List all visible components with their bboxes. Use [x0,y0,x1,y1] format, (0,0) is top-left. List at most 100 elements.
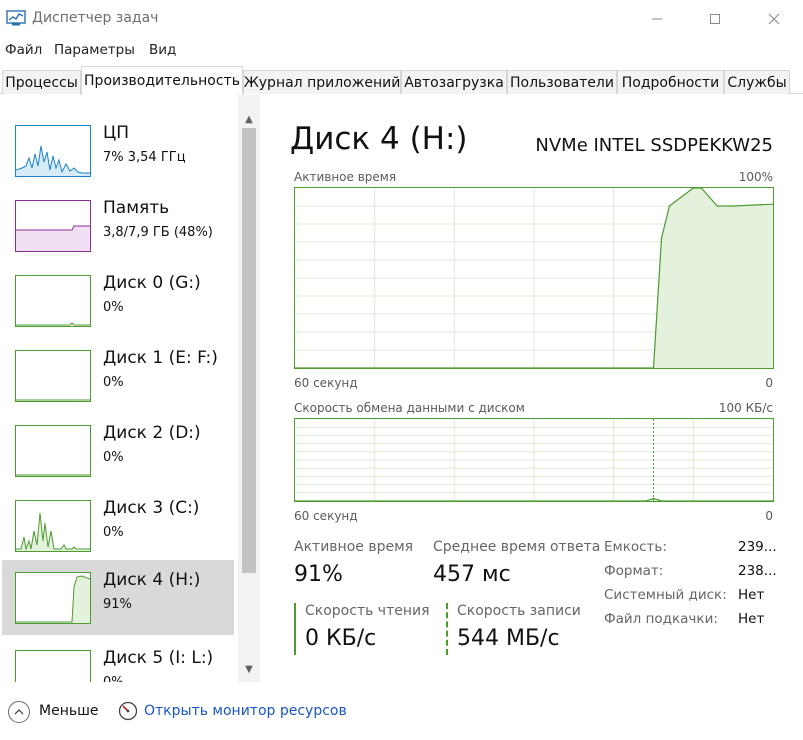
read-speed-label: Скорость чтения [305,603,430,619]
title-bar: Диспетчер задач [0,0,803,38]
page-title: Диск 4 (H:) [290,121,468,157]
tab-services[interactable]: Службы [724,70,790,94]
active-time-chart-data-point [708,196,710,198]
cpu-thumbnail-graph [15,125,91,177]
menu-file[interactable]: Файл [5,42,42,58]
sidebar-item-name: Диск 0 (G:) [103,273,201,293]
sidebar-item-value: 0% [103,375,124,390]
chevron-up-icon[interactable] [8,701,30,723]
format-value: 238... [738,563,777,579]
disk-2-thumbnail-graph [15,425,91,477]
write-speed-value: 544 МБ/с [457,626,560,651]
sidebar-item-name: Диск 3 (C:) [103,498,200,518]
resource-sidebar: ЦП 7% 3,54 ГГц Память 3,8/7,9 ГБ (48%) Д… [0,95,262,682]
sidebar-scrollbar[interactable]: ▲ ▼ [238,95,260,682]
maximize-icon [710,14,720,24]
tab-performance[interactable]: Производительность [81,66,243,95]
sidebar-item-name: ЦП [103,123,129,143]
sidebar-item-disk-2[interactable]: Диск 2 (D:) 0% [2,413,234,488]
active-time-chart-data-point [732,205,734,207]
sidebar-item-value: 91% [103,597,132,612]
tab-details[interactable]: Подробности [617,70,724,94]
sidebar-item-value: 0% [103,675,124,682]
transfer-rate-chart-data-point [652,497,655,500]
sidebar-item-value: 0% [103,525,124,540]
avg-response-value: 457 мс [433,562,511,587]
page-file-label: Файл подкачки: [604,611,718,627]
performance-detail-panel: Диск 4 (H:) NVMe INTEL SSDPEKKW25 Активн… [262,95,803,682]
footer: Меньше Открыть монитор ресурсов [0,684,803,740]
system-disk-label: Системный диск: [604,587,727,603]
minimize-icon [652,18,662,20]
sidebar-item-value: 0% [103,300,124,315]
sidebar-item-disk-3[interactable]: Диск 3 (C:) 0% [2,488,234,563]
disk-0-thumbnail-graph [15,275,91,327]
disk-1-thumbnail-graph [15,350,91,402]
menu-options[interactable]: Параметры [54,42,135,58]
device-model: NVMe INTEL SSDPEKKW25 [535,135,773,156]
active-time-chart-time-label: 60 секунд [294,376,358,390]
avg-response-label: Среднее время ответа [433,539,601,555]
active-time-chart-data-point [716,205,718,207]
system-disk-value: Нет [738,587,765,603]
read-speed-indicator-line [294,603,296,655]
sidebar-item-name: Диск 1 (E: F:) [103,348,218,368]
active-time-chart-max: 100% [738,170,773,184]
transfer-rate-chart-svg [294,419,774,502]
format-label: Формат: [604,563,664,579]
open-resource-monitor-link[interactable]: Открыть монитор ресурсов [144,703,347,719]
active-time-value: 91% [294,562,343,587]
menu-view[interactable]: Вид [149,42,176,58]
sidebar-item-cpu[interactable]: ЦП 7% 3,54 ГГц [2,113,234,188]
minimize-button[interactable] [634,0,680,38]
tab-users[interactable]: Пользователи [507,70,617,94]
sidebar-item-disk-5[interactable]: Диск 5 (I: L:) 0% [2,638,234,682]
sidebar-item-disk-1[interactable]: Диск 1 (E: F:) 0% [2,338,234,413]
capacity-label: Емкость: [604,539,667,555]
disk-4-thumbnail-graph [15,572,91,624]
sidebar-item-disk-4[interactable]: Диск 4 (H:) 91% [2,560,234,635]
write-speed-label: Скорость записи [457,603,581,619]
task-manager-icon [6,10,26,26]
active-time-label: Активное время [294,539,414,555]
active-time-chart-data-point [660,237,663,239]
chevron-up-glyph [14,709,24,715]
active-time-chart-data-point [724,205,726,207]
scroll-up-arrow-icon[interactable]: ▲ [238,109,260,129]
sidebar-item-value: 0% [103,450,124,465]
active-time-chart-label: Активное время [294,170,397,184]
capacity-value: 239... [738,539,777,555]
disk-3-thumbnail-graph [15,500,91,552]
transfer-rate-chart-min: 0 [765,509,773,523]
disk-5-thumbnail-graph [15,650,91,682]
close-icon [768,13,780,25]
scrollbar-thumb[interactable] [242,128,256,573]
sidebar-item-memory[interactable]: Память 3,8/7,9 ГБ (48%) [2,188,234,263]
sidebar-item-name: Диск 2 (D:) [103,423,201,443]
tab-startup[interactable]: Автозагрузка [401,70,507,94]
active-time-chart-data-point [668,205,671,207]
active-time-chart-min: 0 [765,376,773,390]
active-time-chart [294,187,774,369]
transfer-rate-chart [294,418,774,502]
tab-bar: Процессы Производительность Журнал прило… [0,66,803,95]
page-file-value: Нет [738,611,765,627]
tab-app-history[interactable]: Журнал приложений [243,70,401,94]
memory-thumbnail-graph [15,200,91,252]
active-time-chart-svg [294,187,774,369]
sidebar-item-disk-0[interactable]: Диск 0 (G:) 0% [2,263,234,338]
read-speed-value: 0 КБ/с [305,626,377,651]
sidebar-item-name: Диск 4 (H:) [103,570,201,590]
sidebar-item-value: 3,8/7,9 ГБ (48%) [103,225,213,240]
sidebar-item-name: Диск 5 (I: L:) [103,648,214,668]
transfer-rate-chart-time-label: 60 секунд [294,509,358,523]
sidebar-item-name: Память [103,198,170,218]
fewer-details-button[interactable]: Меньше [39,703,99,719]
window-title: Диспетчер задач [32,10,159,26]
tab-processes[interactable]: Процессы [2,70,81,94]
transfer-rate-chart-max: 100 КБ/с [718,401,773,415]
scroll-down-arrow-icon[interactable]: ▼ [238,659,260,679]
close-button[interactable] [751,0,797,38]
transfer-rate-chart-label: Скорость обмена данными с диском [294,401,525,415]
maximize-button[interactable] [692,0,738,38]
